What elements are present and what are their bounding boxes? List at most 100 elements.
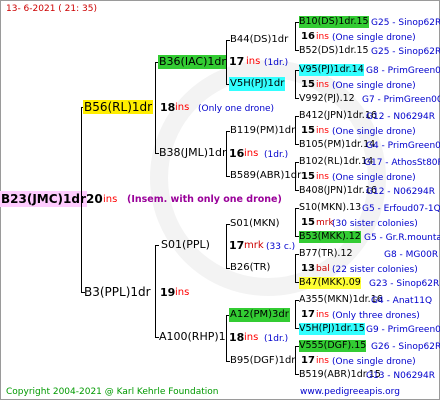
father-note: (Only one drone) [198,104,275,114]
connector [155,245,159,246]
gen4-note-3: (One single drone) [332,127,416,137]
connector [295,22,296,51]
gen4-ins-count-8: 17 [301,355,315,366]
father-ins-count: 18 [160,101,176,114]
gen4-queen-5b: B53(MKK).12 [299,231,361,243]
mother-ins-word: ins [175,287,190,298]
connector [295,116,296,145]
gen4-ins-word-6: bal [316,264,330,274]
pedigree-diagram: 13- 6-2021 ( 21: 35) B23(JMC)1dr 20 ins … [0,0,440,400]
gen4-ins-count-7: 17 [301,309,315,320]
connector [295,254,296,283]
connector [295,162,296,191]
gen4-queen-2b: V992(PJ).12 [299,93,355,104]
gen3-queen-1-note: (1dr.) [264,58,289,68]
root-queen: B23(JMC)1dr [0,191,87,207]
father-ins-word: ins [175,102,190,113]
gen4-source-8b: G13 - N06294R [366,371,436,381]
gen4-source-2b: G7 - PrimGreen00 [362,95,440,105]
connector [155,245,156,338]
gen2-queen-2-ins-count: 16 [229,147,245,160]
gen4-source-7a: G4 - Anat11Q [371,296,433,306]
gen2-queen-3-ins-count: 17 [229,239,245,252]
gen4-note-2: (One single drone) [332,81,416,91]
gen4-source-1a: G25 - Sinop62R [371,18,440,28]
father-queen: B56(RL)1dr [83,100,154,114]
gen2-queen-3-ins-word: mrk [244,240,264,251]
gen4-queen-7b: V5H(PJ)1dr.15 [299,323,365,335]
gen4-ins-count-2: 15 [301,79,315,90]
gen4-ins-count-3: 15 [301,125,315,136]
gen4-source-5b: G5 - Gr.R.mounta [364,233,440,243]
gen3-queen-1-ins-count: 17 [229,55,245,68]
connector [295,208,296,237]
gen4-source-1b: G25 - Sinop62R [371,47,440,57]
gen4-queen-2a: V95(PJ)1dr.14 [299,64,364,76]
connector [295,300,296,329]
mother-queen: B3(PPL)1dr [84,285,151,299]
connector [226,315,227,362]
gen4-source-2a: G8 - PrimGreen00 [366,66,440,76]
gen2-queen-2-note: (1dr.) [264,150,289,160]
gen3-queen-1: B44(DS)1dr [230,34,289,45]
gen4-note-7: (Only three drones) [332,311,420,321]
gen3-queen-2: V5H(PJ)1dr [229,77,286,91]
gen4-source-3b: G4 - PrimGreen00 [366,141,440,151]
connector [226,40,227,85]
gen4-source-3a: G12 - N06294R [366,112,436,122]
gen3-queen-8: B95(DGF)1dr [230,355,296,366]
gen4-source-5a: G5 - Erfoud07-1Q [362,204,440,214]
copyright: Copyright 2004-2021 @ Karl Kehrle Founda… [6,387,219,397]
gen4-queen-4a: B102(RL)1dr.14 [299,156,374,167]
connector [81,107,82,293]
gen3-queen-1-ins-word: ins [246,56,261,67]
connector [226,224,227,269]
gen4-note-6: (22 sister colonies) [332,265,418,275]
gen2-queen-1: B36(IAC)1dr [158,55,227,69]
gen3-queen-5: S01(MKN) [230,218,280,229]
gen2-queen-4-note: (1dr.) [264,334,289,344]
gen4-queen-8a: V555(DGF).15 [299,340,367,352]
gen2-queen-2-ins-word: ins [244,148,259,159]
gen3-queen-3: B119(PM)1dr [230,125,296,136]
gen4-ins-word-7: ins [316,310,329,320]
gen4-source-7b: G9 - PrimGreen00 [366,325,440,335]
gen3-queen-6: B26(TR) [230,262,271,273]
gen4-note-8: (One single drone) [332,357,416,367]
gen4-ins-word-3: ins [316,126,329,136]
gen2-queen-4: A100(RHP)1 [159,330,226,343]
gen4-ins-count-6: 13 [301,263,315,274]
gen4-source-4a: G17 - AthosSt80R [364,158,440,168]
gen3-queen-4: B589(ABR)1dr [230,170,302,181]
gen4-ins-count-5: 15 [301,217,315,228]
gen2-queen-2: B38(JML)1dr [159,146,227,159]
gen4-queen-5a: S10(MKN).13 [299,202,362,213]
gen4-queen-3b: B105(PM)1dr.14 [299,139,376,150]
gen4-queen-6a: B77(TR).12 [299,248,353,259]
gen4-note-1: (One single drone) [332,33,416,43]
gen3-queen-7: A12(PM)3dr [229,308,290,322]
connector [155,62,156,154]
root-note: (Insem. with only one drone) [127,194,282,205]
mother-ins-count: 19 [160,286,176,299]
gen2-queen-3-note: (33 c.) [266,242,296,252]
gen4-ins-word-1: ins [316,32,329,42]
gen4-ins-count-1: 16 [301,31,315,42]
gen4-queen-6b: B47(MKK).09 [299,277,361,289]
root-ins-word: ins [103,194,118,205]
gen4-source-8a: G26 - Sinop62R [371,342,440,352]
gen4-ins-count-4: 15 [301,171,315,182]
gen4-ins-word-2: ins [316,80,329,90]
gen4-note-5: (30 sister colonies) [332,219,418,229]
gen2-queen-4-ins-word: ins [244,332,259,343]
gen4-source-6b: G23 - Sinop62R [369,279,440,289]
connector [295,346,296,375]
gen4-ins-word-4: ins [316,172,329,182]
gen4-source-4b: G12 - N06294R [366,187,436,197]
gen4-note-4: (One single drone) [332,173,416,183]
timestamp: 13- 6-2021 ( 21: 35) [6,4,97,14]
gen4-queen-1a: B10(DS)1dr.15 [299,16,369,28]
connector [226,131,227,177]
website-link[interactable]: www.pedigreeapis.org [300,386,400,398]
gen4-source-6a: G8 - MG00R [384,250,439,260]
